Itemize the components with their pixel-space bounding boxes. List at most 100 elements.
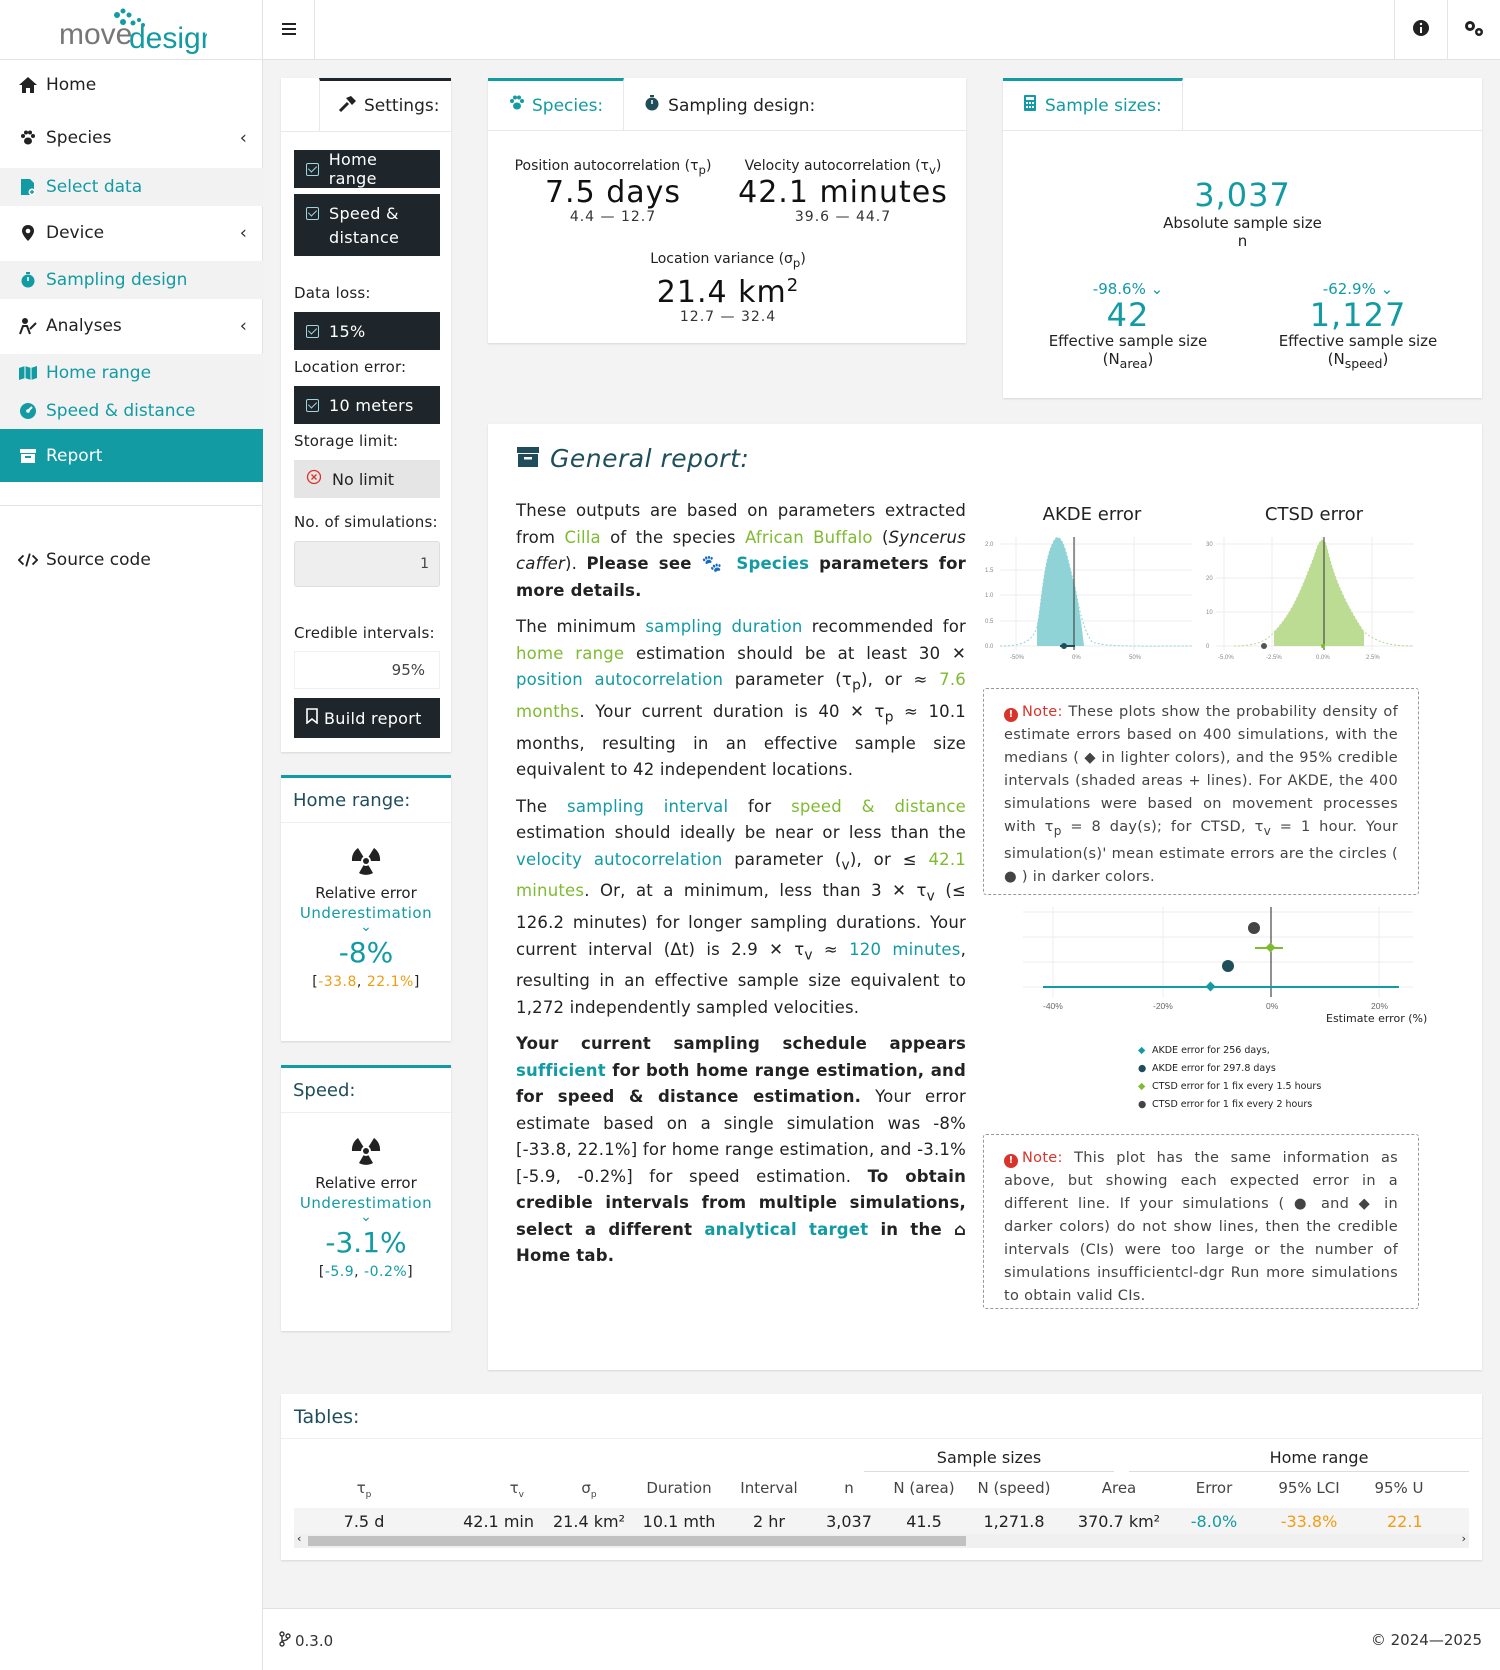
nsims-label: No. of simulations: xyxy=(294,513,438,531)
tab-species[interactable]: Species: xyxy=(488,78,625,130)
sidebar-item-source-code[interactable]: Source code xyxy=(0,535,263,585)
tables-title: Tables: xyxy=(294,1406,360,1428)
settings-title: Settings: xyxy=(364,96,440,116)
info-button[interactable] xyxy=(1394,0,1446,60)
sidebar-item-speed-distance[interactable]: Speed & distance xyxy=(0,392,263,430)
sidebar-item-report[interactable]: Report xyxy=(0,429,263,482)
home-range-ci: [-33.8, 22.1%] xyxy=(312,974,420,990)
table-header: Duration xyxy=(646,1479,712,1497)
circle-icon: ● xyxy=(1138,1099,1147,1110)
checkbox-icon xyxy=(306,162,319,176)
y-tick: 0.0 xyxy=(985,644,994,650)
x-axis-label: Estimate error (%) xyxy=(1326,1012,1428,1025)
report-heading: General report: xyxy=(516,444,749,473)
table-cell: 370.7 km² xyxy=(1077,1512,1161,1531)
species-link[interactable]: Species xyxy=(736,554,809,573)
ctsd-median-marker xyxy=(1265,942,1276,953)
sidebar-item-label: Device xyxy=(46,223,105,243)
paw-icon xyxy=(508,95,526,116)
location-error-label: Location error: xyxy=(294,358,407,376)
area-symbol: (N xyxy=(1102,350,1120,368)
home-range-toggle[interactable]: Home range xyxy=(294,150,440,188)
absolute-sample-size: 3,037 Absolute sample size n xyxy=(1003,176,1482,250)
relative-error-label: Relative error xyxy=(315,1174,417,1192)
tab-species-label: Species: xyxy=(532,95,604,116)
note-heading: Note: xyxy=(1022,704,1063,720)
calculator-icon xyxy=(1023,94,1037,117)
note-text: These plots show the probability density… xyxy=(1004,704,1398,835)
relative-error-label: Relative error xyxy=(315,884,417,902)
y-tick: 1.5 xyxy=(985,568,994,574)
analytical-target-link[interactable]: analytical target xyxy=(704,1220,868,1239)
home-icon xyxy=(18,76,38,94)
y-tick: 30 xyxy=(1206,542,1213,548)
archive-icon xyxy=(18,448,38,464)
metric-value: 42.1 minutes xyxy=(738,174,948,210)
speed-distance-toggle[interactable]: Speed & distance xyxy=(294,194,440,256)
ci-low: -5.9 xyxy=(324,1264,355,1280)
location-variance-metric: Location variance (σp) 21.4 km2 12.7 — 3… xyxy=(608,251,848,325)
table-header: τv xyxy=(509,1479,524,1500)
settings-tab[interactable]: Settings: xyxy=(319,78,451,131)
home-range-error-value: -8% xyxy=(338,936,394,969)
ci-label: Credible intervals: xyxy=(294,624,435,642)
sidebar-item-home[interactable]: Home xyxy=(0,60,263,110)
build-report-button[interactable]: Build report xyxy=(294,698,440,738)
app-logo[interactable]: move design move design xyxy=(0,0,263,60)
table-cell: -8.0% xyxy=(1190,1512,1238,1531)
location-error-value: 10 meters xyxy=(329,395,414,415)
akde-density-plot: 0.0 0.5 1.0 1.5 2.0 -50% 0% 50% xyxy=(985,537,1193,661)
nsims-input[interactable]: 1 xyxy=(294,541,440,587)
species-panel: Species: Sampling design: Position autoc… xyxy=(488,78,966,343)
ci-input[interactable]: 95% xyxy=(294,651,440,689)
tab-sample-sizes[interactable]: Sample sizes: xyxy=(1003,78,1183,130)
sidebar-item-sampling-design[interactable]: Sampling design xyxy=(0,261,263,299)
report-title: General report: xyxy=(550,444,750,473)
table-cell: 21.4 km² xyxy=(553,1512,625,1531)
location-error-button[interactable]: 10 meters xyxy=(294,386,440,424)
table-row: 7.5 d 42.1 min 21.4 km² 10.1 mth 2 hr 3,… xyxy=(294,1508,1469,1536)
sidebar-item-device[interactable]: Device ‹ xyxy=(0,208,263,258)
sidebar-item-select-data[interactable]: Select data xyxy=(0,168,263,206)
horizontal-scrollbar[interactable]: ‹ › xyxy=(294,1532,1469,1548)
sidebar-item-label: Report xyxy=(46,445,103,466)
map-pin-icon xyxy=(18,224,38,242)
home-range-summary: Home range: Relative error Underestimati… xyxy=(281,775,451,1041)
sample-sizes-panel: Sample sizes: 3,037 Absolute sample size… xyxy=(1003,78,1482,398)
metric-range: 12.7 — 32.4 xyxy=(679,308,777,325)
file-add-icon xyxy=(18,178,38,196)
settings-button[interactable] xyxy=(1447,0,1499,60)
home-range-summary-title: Home range: xyxy=(293,790,411,811)
scroll-right-icon[interactable]: › xyxy=(1462,1532,1466,1545)
sidebar-item-label: Analyses xyxy=(46,316,122,336)
scroll-left-icon[interactable]: ‹ xyxy=(297,1532,301,1545)
note-text: = 8 day(s); for CTSD, τ xyxy=(1061,819,1264,835)
storage-limit-button[interactable]: No limit xyxy=(294,460,440,498)
alert-icon: ! xyxy=(1004,1154,1018,1168)
svg-text:design: design xyxy=(129,22,207,54)
legend-entry: AKDE error for 297.8 days xyxy=(1152,1063,1276,1074)
copyright-text: 2024—2025 xyxy=(1390,1631,1482,1649)
speed-summary: Speed: Relative error Underestimation ⌄ … xyxy=(281,1065,451,1331)
sidebar-item-analyses[interactable]: Analyses ‹ xyxy=(0,301,263,351)
report-paragraph-1: These outputs are based on parameters ex… xyxy=(516,501,966,600)
table-header: τp xyxy=(356,1479,372,1500)
akde-mean-point xyxy=(1061,643,1067,649)
ctsd-density-plot: 0 10 20 30 -5.0% -2.5% 0.0% 2.5% xyxy=(1206,537,1415,661)
sidebar-item-species[interactable]: Species ‹ xyxy=(0,113,263,163)
x-tick: -5.0% xyxy=(1218,655,1234,661)
sidebar-item-home-range[interactable]: Home range xyxy=(0,354,263,392)
tab-sampling-design[interactable]: Sampling design: xyxy=(624,78,835,130)
menu-toggle-button[interactable] xyxy=(263,0,315,60)
table-scroll-area[interactable]: Sample sizes Home range τp τv σp Duratio… xyxy=(294,1446,1469,1546)
bookmark-icon xyxy=(306,708,318,728)
absolute-sample-size-label: Absolute sample size xyxy=(1163,214,1322,232)
area-label: Effective sample size xyxy=(1048,332,1208,350)
scrollbar-thumb[interactable] xyxy=(308,1536,966,1546)
speed-distance-toggle-label: Speed & distance xyxy=(329,204,400,247)
data-loss-button[interactable]: 15% xyxy=(294,312,440,350)
table-group-header: Sample sizes xyxy=(864,1448,1114,1472)
general-report-panel: General report: These outputs are based … xyxy=(488,424,1482,1370)
y-tick: 0 xyxy=(1206,644,1210,650)
storage-limit-label: Storage limit: xyxy=(294,432,399,450)
